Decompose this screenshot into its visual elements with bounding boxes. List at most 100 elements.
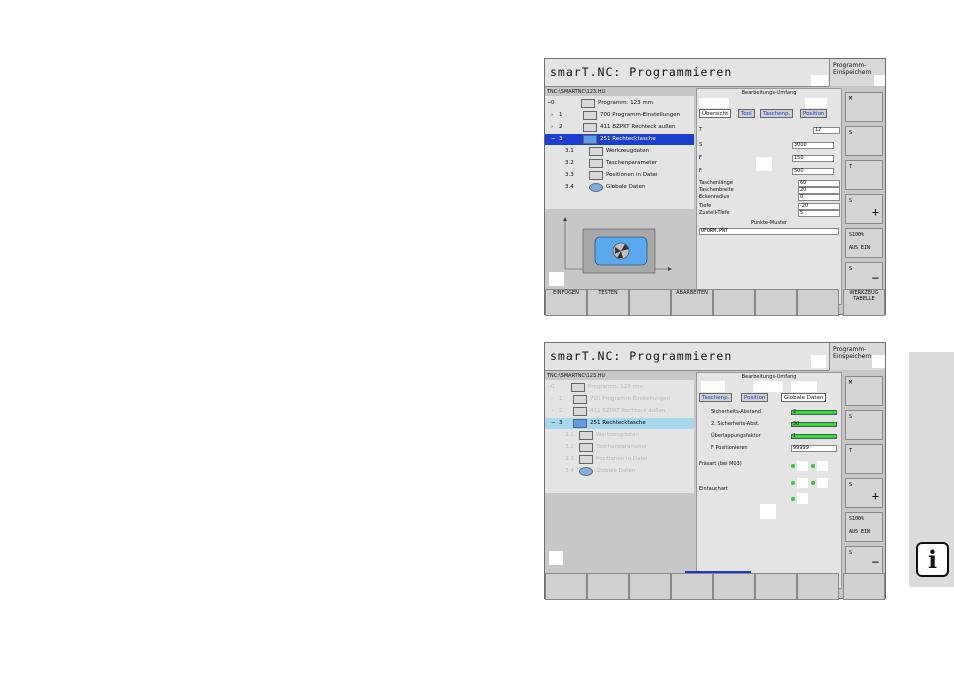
range-box-2[interactable] [805,98,827,108]
radio-climb[interactable] [791,464,795,468]
softkey-empty[interactable] [629,573,671,600]
tree-row-selected[interactable]: − 3 251 Rechtecktasche [545,418,694,429]
tree-row[interactable]: › 2 411 BZPKT Rechteck außen [545,122,694,133]
minus-icon: − [871,555,879,569]
store-program-button[interactable]: Programm- Einspeichern [829,59,885,86]
softkey-s[interactable]: S [845,126,883,156]
softkey-test[interactable]: TESTEN [587,289,629,316]
tab-pocket[interactable]: Taschenp. [760,109,794,118]
field-value[interactable]: 20 [798,187,840,194]
softkey-empty[interactable] [843,573,885,600]
tool-icon [589,147,603,156]
softkey-empty-1[interactable] [629,289,671,316]
radio-helical[interactable] [791,481,795,485]
softkey-empty[interactable] [587,573,629,600]
climb-milling-icon[interactable] [797,461,808,471]
collapse-icon[interactable]: − [551,418,556,429]
softkey-s100[interactable]: S100% AUS EIN [845,228,883,258]
expand-icon[interactable]: › [551,406,553,417]
radio-vertical[interactable] [791,497,795,501]
softkey-empty-4[interactable] [797,289,839,316]
conventional-milling-icon[interactable] [817,461,828,471]
softkey-run[interactable]: ABARBEITEN [671,289,713,316]
field-value[interactable]: 150 [792,155,834,162]
tree-row[interactable]: 3.3 Positionen in Datei [545,170,694,181]
tree-row[interactable]: 3.3 Positionen in Datei [545,454,694,465]
softkey-s-minus[interactable]: S − [845,262,883,292]
field-value[interactable]: 60 [798,180,840,187]
pattern-file-field[interactable]: UFORM.PNT [699,228,839,235]
field-value[interactable]: 0 [798,194,840,201]
field-row: Taschenlänge 60 [699,180,840,187]
tab-position[interactable]: Position [800,109,828,118]
vertical-plunge-icon[interactable] [797,493,808,504]
vertical-softkeys: M S T S + S100% AUS EIN S − [843,88,885,305]
globe-icon [579,467,593,476]
green-value-bar[interactable] [791,410,837,415]
tree-row[interactable]: − 0 Programm: 123 mm [545,98,694,109]
softkey-empty[interactable] [755,573,797,600]
tab-global-data[interactable]: Globale Daten [781,393,827,402]
helical-plunge-icon[interactable] [797,478,808,488]
field-value[interactable]: 12 [813,127,840,134]
tree-row[interactable]: 3.2 Taschenparameter [545,442,694,453]
range-box-2[interactable] [753,381,783,392]
softkey-empty-3[interactable] [755,289,797,316]
softkey-empty[interactable] [671,573,713,600]
range-box-1[interactable] [699,98,729,108]
store-program-button[interactable]: Programm- Einspeichern [829,343,885,370]
field-label: Eckenradius [699,194,730,200]
softkey-empty[interactable] [545,573,587,600]
tab-tool[interactable]: Tool [738,109,755,118]
softkey-m[interactable]: M [845,376,883,406]
softkey-empty[interactable] [713,573,755,600]
tab-pocket[interactable]: Taschenp. [699,393,733,402]
field-value[interactable]: 5 [798,210,840,217]
softkey-tool-table[interactable]: WERKZEUG TABELLE [843,289,885,316]
reciprocating-plunge-icon[interactable] [817,478,828,488]
softkey-empty[interactable] [797,573,839,600]
expand-icon[interactable]: › [551,110,553,121]
tree-row[interactable]: › 1 700 Programm-Einstellungen [545,110,694,121]
range-box-1[interactable] [701,381,725,392]
field-label: Zustell-Tiefe [699,210,730,216]
softkey-insert[interactable]: EINFÜGEN [545,289,587,316]
tree-row[interactable]: 3.2 Taschenparameter [545,158,694,169]
softkey-t[interactable]: T [845,444,883,474]
softkey-m[interactable]: M [845,92,883,122]
softkey-s-minus[interactable]: S − [845,546,883,576]
field-value[interactable]: 3000 [792,142,834,149]
softkey-empty-2[interactable] [713,289,755,316]
field-row: S 3000 [699,142,839,149]
softkey-s-plus[interactable]: S + [845,478,883,508]
tree-row[interactable]: 3.4 Globale Daten [545,182,694,193]
tab-position[interactable]: Position [741,393,769,402]
softkey-t[interactable]: T [845,160,883,190]
store-box [872,355,885,368]
store-program-label: Programm- Einspeichern [833,346,872,360]
field-value[interactable]: 99999 [791,445,837,452]
tree-row[interactable]: 3.4 Globale Daten [545,466,694,477]
tree-row-selected[interactable]: − 3 251 Rechtecktasche [545,134,694,145]
tree-row[interactable]: 3.1 Werkzeugdaten [545,430,694,441]
tree-row[interactable]: › 2 411 BZPKT Rechteck außen [545,406,694,417]
range-box-3[interactable] [791,381,817,392]
tree-row[interactable]: › 1 700 Programm-Einstellungen [545,394,694,405]
softkey-s100[interactable]: S100% AUS EIN [845,512,883,542]
tree-row[interactable]: 3.1 Werkzeugdaten [545,146,694,157]
softkey-s[interactable]: S [845,410,883,440]
tree-num: 3.4 [565,468,574,474]
radio-reciprocating[interactable] [811,481,815,485]
green-value-bar[interactable] [791,434,837,439]
tree-row[interactable]: − 0 Programm: 123 mm [545,382,694,393]
tab-overview[interactable]: Übersicht [699,109,732,118]
title-bar: smarT.NC: Programmieren [545,59,829,87]
field-value[interactable]: 500 [792,168,834,175]
expand-icon[interactable]: › [551,122,553,133]
expand-icon[interactable]: › [551,394,553,405]
field-value[interactable]: -20 [798,203,840,210]
softkey-s-plus[interactable]: S + [845,194,883,224]
collapse-icon[interactable]: − [551,134,556,145]
position-icon [589,171,603,180]
radio-conventional[interactable] [811,464,815,468]
